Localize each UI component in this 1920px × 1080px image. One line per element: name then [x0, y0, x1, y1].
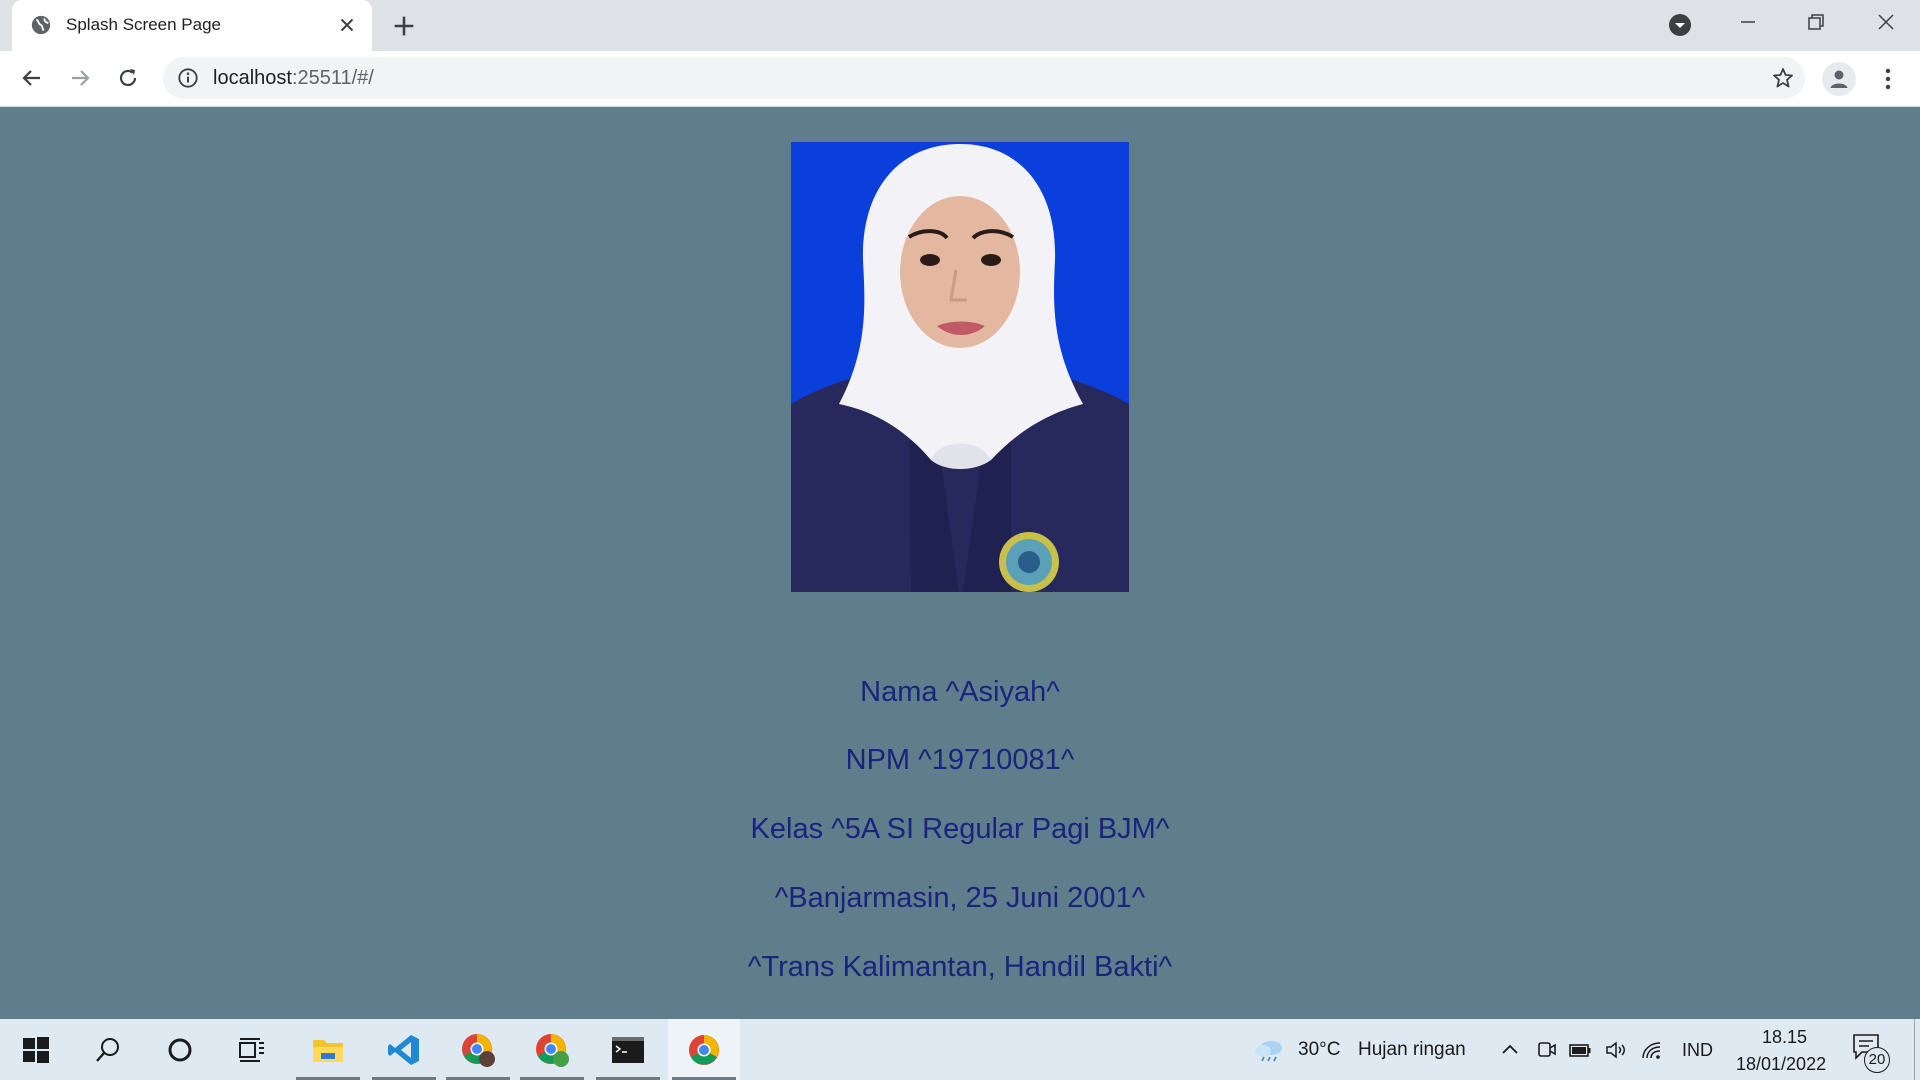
vscode-icon	[388, 1034, 419, 1065]
start-button[interactable]	[0, 1019, 72, 1080]
splash-page: Nama ^Asiyah^ NPM ^19710081^ Kelas ^5A S…	[0, 107, 1920, 1019]
meet-now-icon[interactable]	[1534, 1038, 1558, 1062]
chrome-icon	[689, 1034, 719, 1065]
globe-icon	[31, 15, 51, 35]
weather-rain-icon[interactable]	[1254, 1038, 1284, 1062]
chrome-profile-2-button[interactable]	[516, 1019, 588, 1080]
chrome-active-button[interactable]	[668, 1019, 740, 1080]
file-explorer-button[interactable]	[292, 1019, 364, 1080]
chrome-icon	[462, 1033, 495, 1067]
vscode-button[interactable]	[368, 1019, 440, 1080]
cortana-button[interactable]	[144, 1019, 216, 1080]
notification-center-button[interactable]: 20	[1852, 1033, 1892, 1073]
folder-icon	[313, 1039, 343, 1062]
minimize-button[interactable]	[1720, 0, 1776, 44]
back-button[interactable]	[14, 60, 50, 96]
battery-icon[interactable]	[1568, 1038, 1592, 1062]
weather-desc[interactable]: Hujan ringan	[1358, 1038, 1466, 1062]
input-language[interactable]: IND	[1682, 1038, 1713, 1062]
clock-time[interactable]: 18.15	[1762, 1025, 1807, 1049]
task-view-button[interactable]	[216, 1019, 288, 1080]
chrome-profile-1-button[interactable]	[442, 1019, 514, 1080]
minimize-icon	[1741, 21, 1755, 23]
new-tab-icon[interactable]	[390, 12, 418, 40]
info-npm: NPM ^19710081^	[845, 744, 1075, 776]
person-icon	[1830, 70, 1848, 88]
notification-count: 20	[1864, 1047, 1890, 1073]
wifi-icon[interactable]	[1640, 1038, 1664, 1062]
close-icon	[1878, 14, 1894, 30]
windows-taskbar: 30°C Hujan ringan IND 18.15 18/01/2022 2…	[0, 1019, 1920, 1080]
restore-button[interactable]	[1788, 0, 1844, 44]
terminal-button[interactable]	[592, 1019, 664, 1080]
weather-temp[interactable]: 30°C	[1298, 1038, 1340, 1062]
info-address: ^Trans Kalimantan, Handil Bakti^	[747, 951, 1173, 983]
arrow-right-icon	[72, 70, 90, 86]
url-host: localhost	[213, 67, 292, 89]
reload-button[interactable]	[110, 60, 146, 96]
cortana-icon	[168, 1038, 192, 1061]
clock-date[interactable]: 18/01/2022	[1736, 1052, 1826, 1076]
search-icon	[96, 1037, 119, 1062]
bookmark-star-icon[interactable]	[1771, 66, 1795, 90]
windows-icon	[23, 1036, 49, 1063]
profile-avatar[interactable]	[1822, 62, 1856, 96]
info-nama: Nama ^Asiyah^	[860, 676, 1060, 708]
forward-button[interactable]	[62, 60, 98, 96]
info-kelas: Kelas ^5A SI Regular Pagi BJM^	[750, 813, 1170, 845]
arrow-left-icon	[22, 70, 40, 86]
task-view-icon	[239, 1037, 264, 1062]
chrome-icon	[536, 1033, 569, 1067]
info-icon[interactable]	[177, 67, 199, 89]
url-path: :25511/#/	[291, 67, 374, 89]
search-button[interactable]	[72, 1019, 144, 1080]
address-bar[interactable]: localhost:25511/#/	[163, 57, 1805, 99]
close-tab-icon[interactable]	[336, 14, 358, 36]
url-text[interactable]: localhost:25511/#/	[213, 67, 374, 89]
info-birth: ^Banjarmasin, 25 Juni 2001^	[774, 882, 1146, 914]
restore-icon	[1808, 14, 1824, 30]
close-window-button[interactable]	[1858, 0, 1914, 44]
browser-tab-strip: Splash Screen Page	[0, 0, 1920, 51]
more-menu-icon[interactable]	[1876, 64, 1900, 94]
show-desktop-button[interactable]	[1914, 1019, 1920, 1080]
browser-tab-active[interactable]: Splash Screen Page	[12, 0, 372, 51]
volume-icon[interactable]	[1604, 1038, 1628, 1062]
tab-title: Splash Screen Page	[66, 15, 221, 34]
browser-toolbar: localhost:25511/#/	[0, 51, 1920, 107]
profile-photo	[791, 142, 1129, 592]
tab-search-icon[interactable]	[1668, 13, 1692, 37]
reload-icon	[119, 69, 137, 87]
chevron-up-icon[interactable]	[1498, 1038, 1522, 1062]
terminal-icon	[612, 1036, 644, 1063]
